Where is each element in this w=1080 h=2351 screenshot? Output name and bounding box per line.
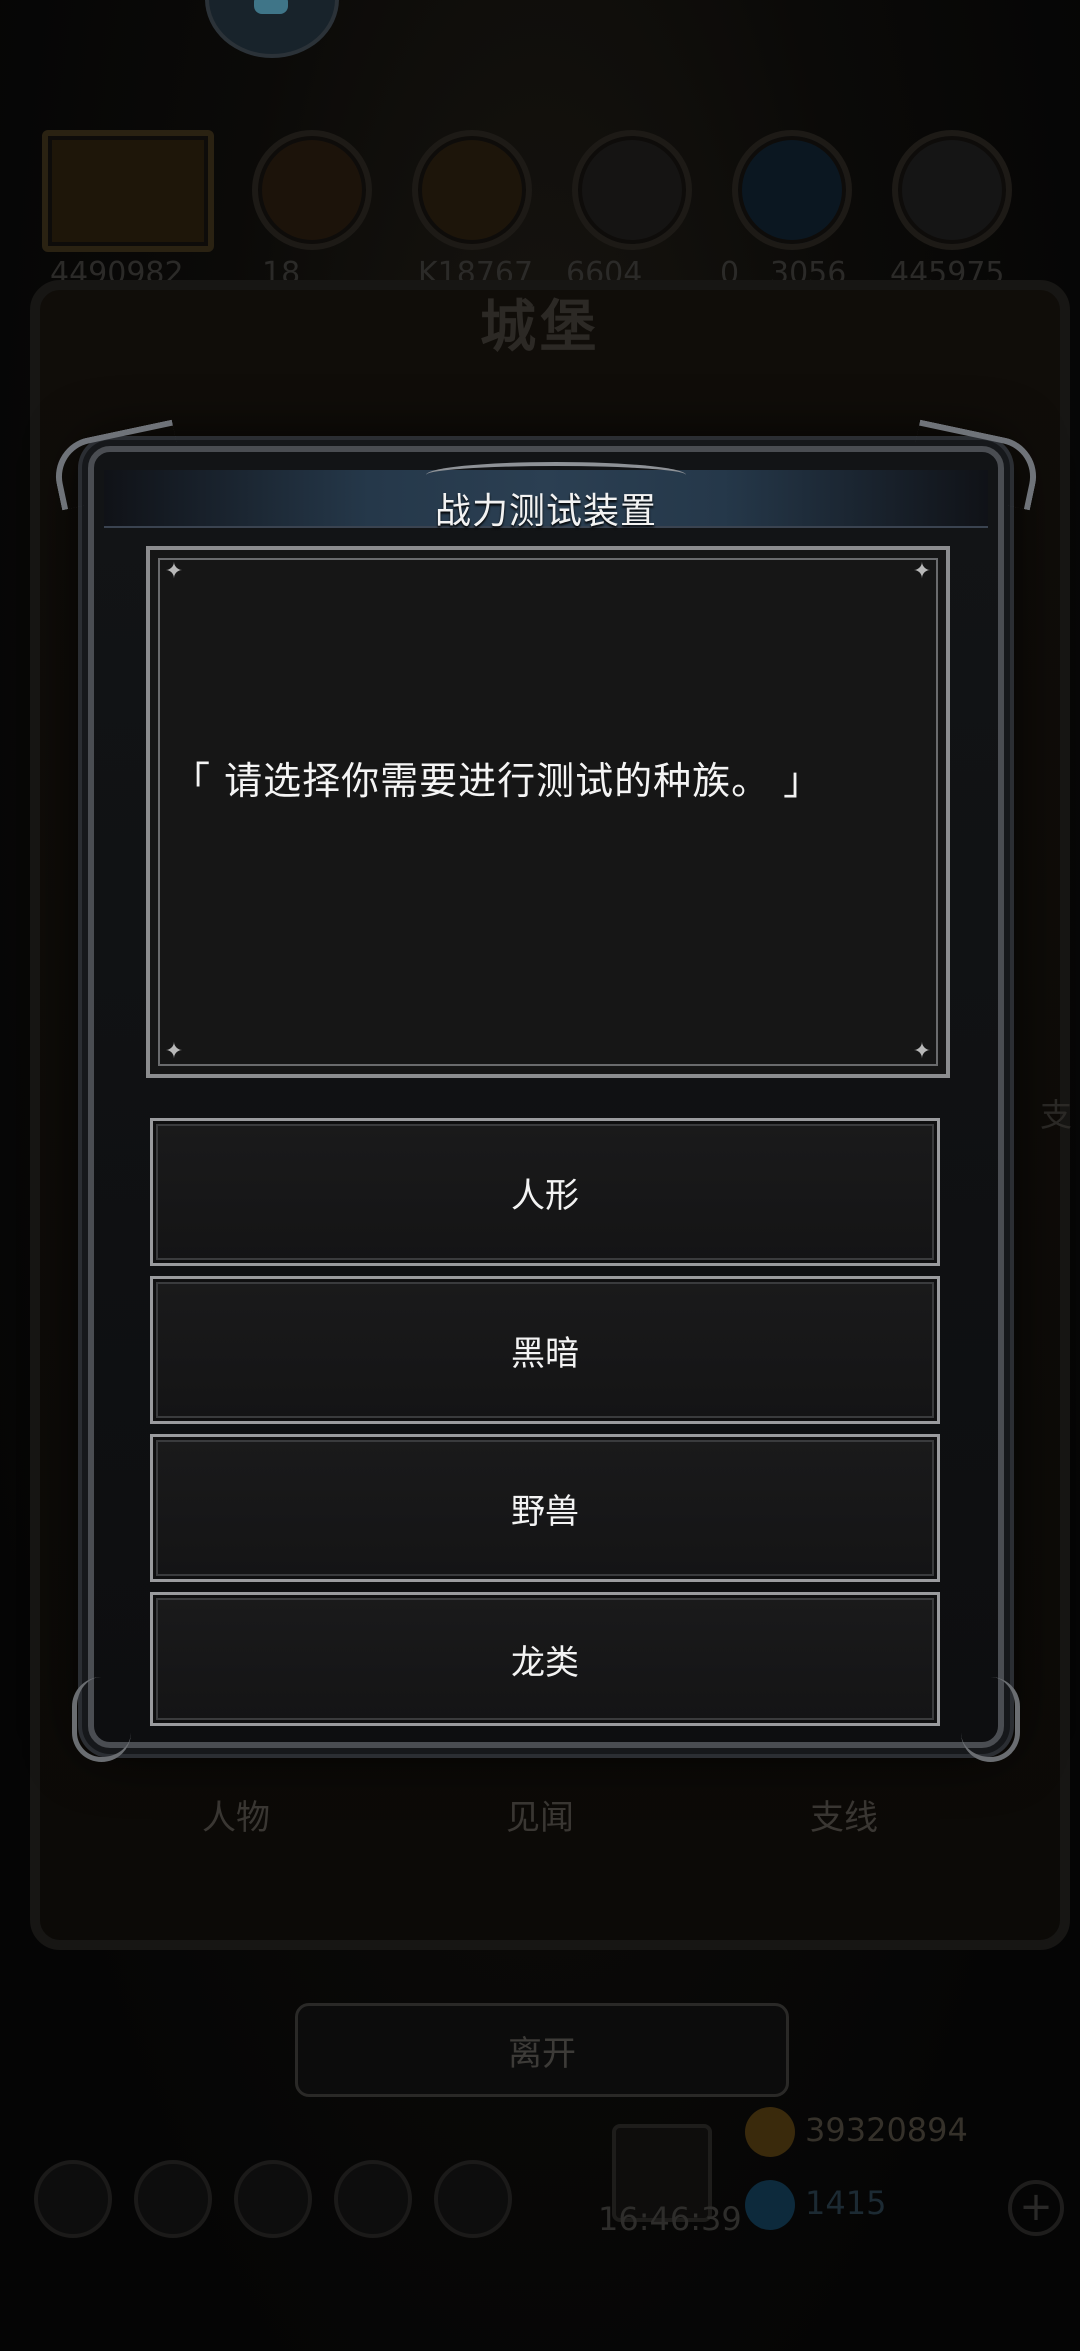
bottom-dock xyxy=(30,2160,512,2240)
frame-corner-ornament xyxy=(72,1677,131,1762)
castle-title: 城堡 xyxy=(480,294,600,360)
gold-coin-icon xyxy=(745,2107,795,2157)
menu-icon[interactable] xyxy=(134,2160,212,2238)
hero-portrait xyxy=(732,130,852,250)
side-tab-label: 支 xyxy=(1040,1096,1073,1134)
option-beast-button[interactable]: 野兽 xyxy=(150,1434,940,1582)
corner-star-icon: ✦ xyxy=(164,559,184,584)
gem-amount: 1415 xyxy=(805,2184,887,2222)
leave-button[interactable]: 离开 xyxy=(295,2003,789,2097)
gem-icon xyxy=(745,2180,795,2230)
corner-star-icon: ✦ xyxy=(164,1039,184,1064)
hero-portrait-row xyxy=(30,130,1050,252)
corner-star-icon: ✦ xyxy=(912,559,932,584)
dialog-title: 战力测试装置 xyxy=(434,491,657,532)
tab-side-quests[interactable]: 支线 xyxy=(810,1790,878,1839)
option-humanoid-button[interactable]: 人形 xyxy=(150,1118,940,1266)
gem-counter: 1415 xyxy=(745,2180,886,2230)
hero-portrait xyxy=(42,130,214,252)
book-icon[interactable] xyxy=(334,2160,412,2238)
avatar-emblem-icon xyxy=(254,0,288,14)
option-dragon-button[interactable]: 龙类 xyxy=(150,1592,940,1726)
power-test-dialog: 战力测试装置 ✦ ✦ ✦ ✦ 「 请选择你需要进行测试的种族。 」 人形 黑暗 … xyxy=(72,446,1020,1762)
hero-portrait xyxy=(892,130,1012,250)
hero-portrait xyxy=(572,130,692,250)
add-currency-plus-icon[interactable]: + xyxy=(1008,2180,1064,2236)
settings-icon[interactable] xyxy=(34,2160,112,2238)
dialog-message: 「 请选择你需要进行测试的种族。 」 xyxy=(172,759,823,803)
hero-portrait xyxy=(252,130,372,250)
game-clock: 16:46:39 xyxy=(598,2200,742,2238)
castle-tabs: 人物 见闻 支线 xyxy=(120,1790,960,1840)
tab-characters[interactable]: 人物 xyxy=(202,1790,270,1839)
gold-amount: 39320894 xyxy=(805,2111,968,2149)
tab-stories[interactable]: 见闻 xyxy=(506,1790,574,1839)
hero-portrait xyxy=(412,130,532,250)
map-icon[interactable] xyxy=(234,2160,312,2238)
option-dark-button[interactable]: 黑暗 xyxy=(150,1276,940,1424)
gold-counter: 39320894 xyxy=(745,2107,968,2157)
corner-star-icon: ✦ xyxy=(912,1039,932,1064)
skill-icon[interactable] xyxy=(434,2160,512,2238)
frame-corner-ornament xyxy=(961,1677,1020,1762)
dialog-message-panel: ✦ ✦ ✦ ✦ 「 请选择你需要进行测试的种族。 」 xyxy=(146,546,950,1078)
